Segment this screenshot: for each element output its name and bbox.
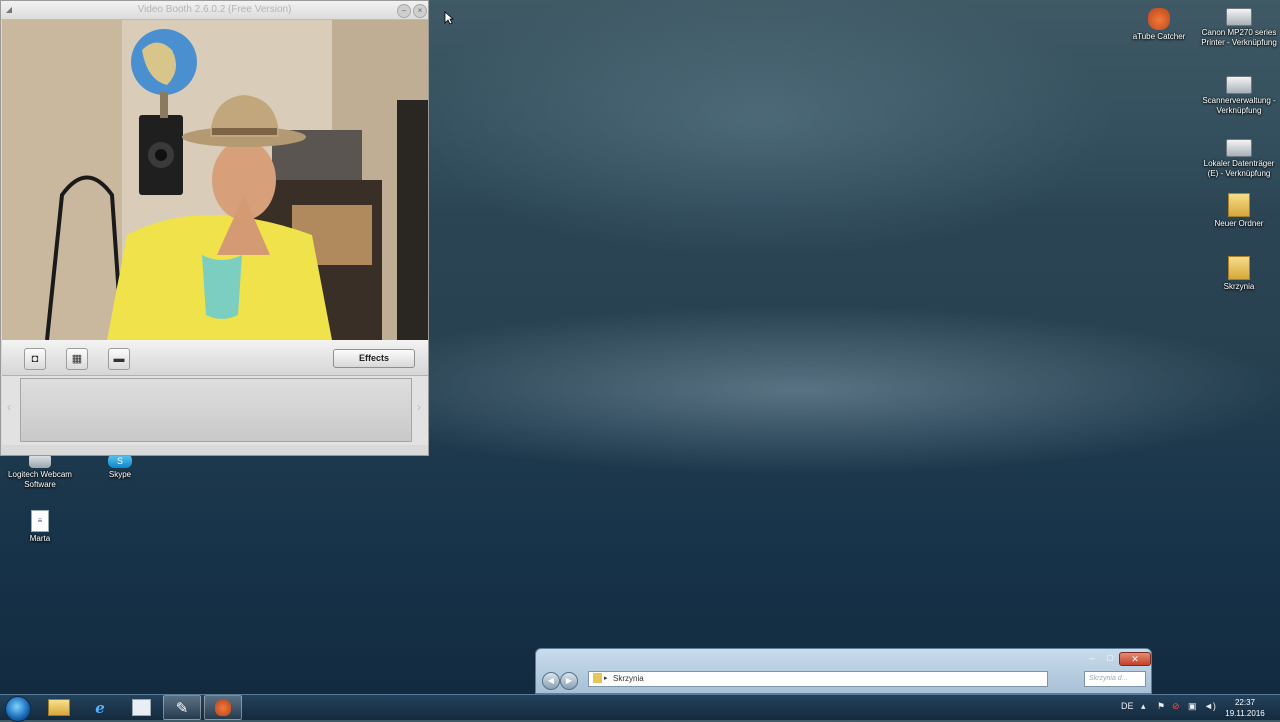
document-icon: ≡ — [31, 510, 49, 532]
skype-icon: S — [108, 454, 132, 468]
start-button[interactable] — [5, 696, 31, 722]
desktop-icon-label: Canon MP270 series Printer - Verknüpfung — [1201, 28, 1277, 47]
desktop-icon-neuer-ordner[interactable]: Neuer Ordner — [1201, 193, 1277, 229]
forward-button[interactable]: ▶ — [560, 672, 578, 690]
printer-icon — [1226, 8, 1252, 26]
window-app-icon — [131, 699, 151, 716]
video-mode-button[interactable]: ▬ — [108, 348, 130, 370]
desktop-icon-label: aTube Catcher — [1132, 32, 1186, 41]
webcam-preview — [2, 20, 428, 340]
explorer-window: – □ ✕ ◀ ▶ ▸ Skrzynia Skrzynia d... — [535, 648, 1152, 694]
close-button[interactable]: ✕ — [1119, 652, 1151, 666]
desktop-icon-label: Scannerverwaltung - Verknüpfung — [1202, 96, 1276, 115]
window-title: Video Booth 2.6.0.2 (Free Version) — [137, 4, 292, 15]
drive-icon — [1226, 139, 1252, 157]
desktop-icon-skype[interactable]: S Skype — [82, 454, 158, 480]
photo-mode-button[interactable]: ◘ — [24, 348, 46, 370]
folder-icon — [593, 673, 602, 683]
folder-icon — [1228, 193, 1250, 217]
taskbar-atube-catcher[interactable] — [204, 695, 242, 720]
thumbnail-area[interactable] — [20, 378, 412, 442]
effects-button[interactable]: Effects — [333, 349, 415, 368]
address-text: Skrzynia — [613, 674, 644, 683]
clock-time: 22:37 — [1234, 698, 1256, 707]
maximize-button[interactable]: □ — [1101, 652, 1119, 664]
folder-icon — [1228, 256, 1250, 280]
webcam-icon — [29, 454, 51, 468]
volume-icon[interactable]: ◄) — [1204, 701, 1216, 711]
taskbar-explorer[interactable] — [40, 695, 78, 720]
mouse-cursor-icon — [444, 11, 454, 25]
internet-explorer-icon: e — [95, 698, 105, 717]
search-input[interactable]: Skrzynia d... — [1084, 671, 1146, 687]
taskbar-app[interactable] — [122, 695, 160, 720]
capture-toolbar: ◘ ▦ ▬ Effects — [2, 340, 428, 376]
folder-icon — [48, 699, 70, 716]
clock-date: 19.11.2016 — [1225, 709, 1265, 718]
film-icon: ▬ — [113, 353, 125, 365]
atube-catcher-icon — [215, 699, 231, 716]
taskbar-tools[interactable]: ✎ — [163, 695, 201, 720]
desktop-icon-local-drive[interactable]: Lokaler Datenträger (E) - Verknüpfung — [1201, 139, 1277, 179]
title-bar[interactable]: ◢ Video Booth 2.6.0.2 (Free Version) – × — [1, 1, 428, 20]
grid-icon: ▦ — [71, 353, 83, 365]
show-hidden-icons-icon[interactable]: ▴ — [1141, 701, 1146, 712]
desktop-icon-scanner[interactable]: Scannerverwaltung - Verknüpfung — [1201, 76, 1277, 116]
antivirus-icon[interactable]: ⊘ — [1172, 701, 1180, 712]
language-indicator[interactable]: DE — [1121, 701, 1134, 711]
taskbar-internet-explorer[interactable]: e — [81, 695, 119, 720]
taskbar: e ✎ DE ▴ ⚑ ⊘ ▣ ◄) 22:37 19.11.2016 — [0, 694, 1280, 722]
desktop-icon-marta[interactable]: ≡ Marta — [2, 510, 78, 544]
action-center-flag-icon[interactable]: ⚑ — [1157, 701, 1165, 712]
tools-icon: ✎ — [175, 699, 189, 717]
minimize-button[interactable]: – — [397, 4, 411, 18]
scanner-icon — [1226, 76, 1252, 94]
thumbnail-strip: ‹ › — [2, 376, 428, 445]
minimize-button[interactable]: – — [1083, 652, 1101, 664]
desktop-icon-label: Skrzynia — [1223, 282, 1255, 291]
atube-catcher-icon — [1148, 8, 1170, 30]
desktop-icon-label: Neuer Ordner — [1214, 219, 1264, 228]
desktop-icon-skrzynia[interactable]: Skrzynia — [1201, 256, 1277, 292]
close-button[interactable]: × — [413, 4, 427, 18]
address-bar[interactable]: ▸ Skrzynia — [588, 671, 1048, 687]
camera-icon: ◘ — [31, 353, 39, 365]
desktop-icon-label: Lokaler Datenträger (E) - Verknüpfung — [1203, 159, 1275, 178]
desktop-icon-canon-printer[interactable]: Canon MP270 series Printer - Verknüpfung — [1201, 8, 1277, 48]
desktop-icon-atube-catcher[interactable]: aTube Catcher — [1121, 8, 1197, 42]
desktop-icon-logitech-webcam[interactable]: Logitech Webcam Software — [2, 454, 78, 490]
breadcrumb-arrow-icon: ▸ — [604, 675, 608, 682]
desktop-icon-label: Logitech Webcam Software — [8, 470, 72, 489]
strip-next-arrow[interactable]: › — [417, 400, 421, 414]
multi-shot-button[interactable]: ▦ — [66, 348, 88, 370]
webcam-frame-image — [2, 20, 428, 340]
desktop-icon-label: Skype — [108, 470, 132, 479]
back-button[interactable]: ◀ — [542, 672, 560, 690]
video-booth-window: ◢ Video Booth 2.6.0.2 (Free Version) – × — [0, 0, 429, 456]
strip-prev-arrow[interactable]: ‹ — [7, 400, 11, 414]
network-icon[interactable]: ▣ — [1188, 701, 1197, 712]
clock[interactable]: 22:37 19.11.2016 — [1222, 697, 1268, 719]
desktop-icon-label: Marta — [29, 534, 51, 543]
